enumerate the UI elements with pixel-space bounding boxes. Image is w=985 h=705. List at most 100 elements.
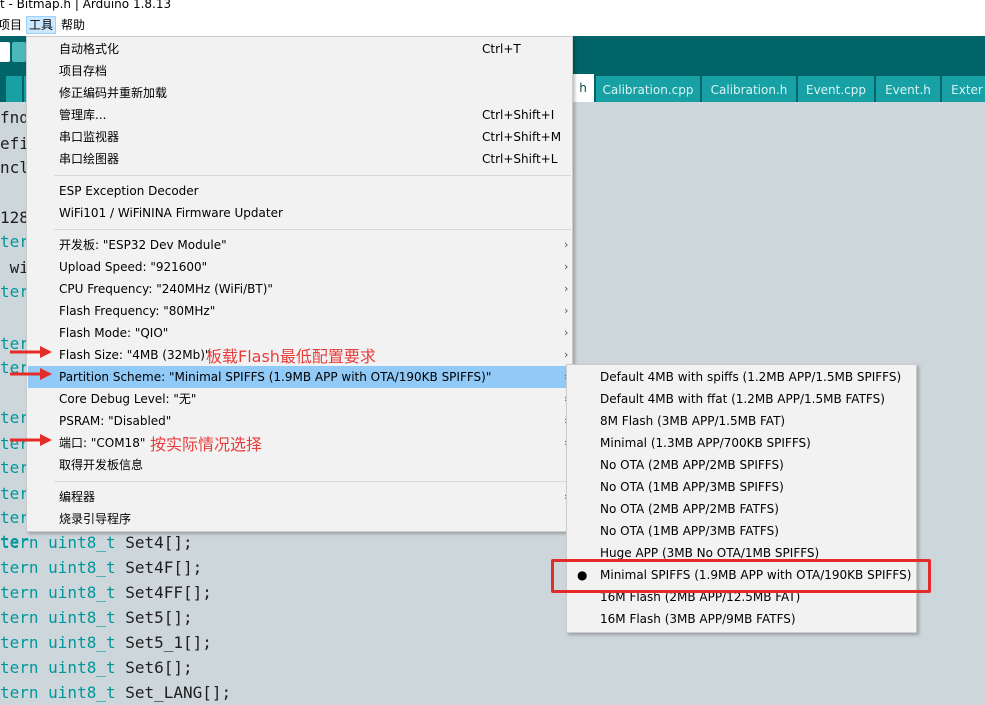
partition-option-label: No OTA (2MB APP/2MB FATFS) [600,502,779,516]
annotation-port: 按实际情况选择 [150,435,263,454]
menu-item-label: 自动格式化 [59,42,120,56]
tab-partial-left[interactable] [6,76,22,102]
code-line: ter [0,232,29,251]
red-arrow-icon [10,368,52,380]
menu-item-label: 烧录引导程序 [59,512,132,526]
menu-item-shortcut: Ctrl+Shift+L [482,152,558,166]
menu-tools[interactable]: 工具 [26,16,57,34]
selection-highlight-box [551,559,931,593]
menu-bar: 项目 工具 帮助 [0,14,985,36]
window-title: t - Bitmap.h | Arduino 1.8.13 [0,0,172,11]
partition-option-label: 8M Flash (3MB APP/1.5MB FAT) [600,414,786,428]
code-line: ter [0,508,29,527]
code-line: tern uint8_t Set5[]; [0,608,193,627]
menu-item-label: 管理库... [59,108,107,122]
partition-option[interactable]: No OTA (2MB APP/2MB FATFS) [568,498,915,520]
menu-item-cpu-frequency[interactable]: CPU Frequency: "240MHz (WiFi/BT)" › [28,278,571,300]
menu-item-core-debug-level[interactable]: Core Debug Level: "无" › [28,388,571,410]
menu-item-psram[interactable]: PSRAM: "Disabled" › [28,410,571,432]
menu-item-serial-monitor[interactable]: 串口监视器 Ctrl+Shift+M [28,126,571,148]
chevron-right-icon: › [564,238,569,251]
menu-item-serial-plotter[interactable]: 串口绘图器 Ctrl+Shift+L [28,148,571,170]
menu-item-board[interactable]: 开发板: "ESP32 Dev Module" › [28,234,571,256]
menu-item-programmer[interactable]: 编程器 › [28,486,571,508]
partition-option-label: Default 4MB with ffat (1.2MB APP/1.5MB F… [600,392,885,406]
partition-option-label: No OTA (1MB APP/3MB SPIFFS) [600,480,784,494]
menu-item-label: Core Debug Level: "无" [59,392,197,406]
menu-item-shortcut: Ctrl+T [482,42,521,56]
menu-item-label: 串口绘图器 [59,152,120,166]
partition-option[interactable]: No OTA (1MB APP/3MB FATFS) [568,520,915,542]
menu-item-label: Flash Frequency: "80MHz" [59,304,216,318]
menu-item-label: 开发板: "ESP32 Dev Module" [59,238,227,252]
red-arrow-icon [10,434,52,446]
menu-help[interactable]: 帮助 [59,17,87,33]
menu-item-label: CPU Frequency: "240MHz (WiFi/BT)" [59,282,273,296]
code-line: tern uint8_t Set4F[]; [0,558,203,577]
code-line: tern uint8_t Set4FF[]; [0,583,212,602]
menu-item-label: Flash Size: "4MB (32Mb)" [59,348,211,362]
code-line: tern uint8_t Set6[]; [0,658,193,677]
menu-item-board-info[interactable]: 取得开发板信息 [28,454,571,476]
menu-item-label: WiFi101 / WiFiNINA Firmware Updater [59,206,283,220]
code-line: ter [0,458,29,477]
chevron-right-icon: › [564,282,569,295]
menu-item-manage-libraries[interactable]: 管理库... Ctrl+Shift+I [28,104,571,126]
tab-event-cpp[interactable]: Event.cpp [798,76,874,102]
menu-item-archive-sketch[interactable]: 项目存档 [28,60,571,82]
menu-item-fix-encoding[interactable]: 修正编码并重新加载 [28,82,571,104]
menu-item-label: 项目存档 [59,64,108,78]
code-line: tern uint8_t Set4[]; [0,533,193,552]
menu-item-label: 取得开发板信息 [59,458,144,472]
chevron-right-icon: › [564,260,569,273]
menu-sketch[interactable]: 项目 [0,17,24,33]
toolbar-button[interactable] [12,42,26,62]
menu-item-label: 修正编码并重新加载 [59,86,168,100]
menu-separator [54,481,571,482]
code-line: ncl [0,158,29,177]
partition-option[interactable]: Default 4MB with ffat (1.2MB APP/1.5MB F… [568,388,915,410]
partition-option[interactable]: No OTA (1MB APP/3MB SPIFFS) [568,476,915,498]
partition-option[interactable]: 16M Flash (3MB APP/9MB FATFS) [568,608,915,630]
partition-option[interactable]: Default 4MB with spiffs (1.2MB APP/1.5MB… [568,366,915,388]
code-line: ter [0,484,29,503]
partition-option[interactable]: Minimal (1.3MB APP/700KB SPIFFS) [568,432,915,454]
partition-option-label: 16M Flash (3MB APP/9MB FATFS) [600,612,796,626]
partition-option[interactable]: No OTA (2MB APP/2MB SPIFFS) [568,454,915,476]
menu-item-burn-bootloader[interactable]: 烧录引导程序 [28,508,571,530]
menu-separator [54,229,571,230]
code-line: tern uint8_t Set5_1[]; [0,633,212,652]
menu-item-wifi-firmware-updater[interactable]: WiFi101 / WiFiNINA Firmware Updater [28,202,571,224]
menu-item-flash-frequency[interactable]: Flash Frequency: "80MHz" › [28,300,571,322]
menu-item-shortcut: Ctrl+Shift+M [482,130,562,144]
menu-item-port[interactable]: 端口: "COM18" › [28,432,571,454]
tab-bitmap-h[interactable]: h [572,74,594,102]
save-button[interactable] [0,42,10,62]
annotation-flash-size: 板载Flash最低配置要求 [206,347,376,366]
partition-option[interactable]: 8M Flash (3MB APP/1.5MB FAT) [568,410,915,432]
chevron-right-icon: › [564,348,569,361]
menu-item-flash-mode[interactable]: Flash Mode: "QIO" › [28,322,571,344]
window-title-bar: t - Bitmap.h | Arduino 1.8.13 [0,0,985,14]
partition-option-label: No OTA (2MB APP/2MB SPIFFS) [600,458,784,472]
code-line: ter [0,282,29,301]
menu-item-label: Flash Mode: "QIO" [59,326,169,340]
menu-item-esp-exception-decoder[interactable]: ESP Exception Decoder [28,180,571,202]
menu-item-partition-scheme[interactable]: Partition Scheme: "Minimal SPIFFS (1.9MB… [28,366,571,388]
tab-calibration-cpp[interactable]: Calibration.cpp [596,76,700,102]
code-line: tern uint8_t Set_LANG[]; [0,683,232,702]
menu-separator [54,175,571,176]
chevron-right-icon: › [564,326,569,339]
menu-item-label: Upload Speed: "921600" [59,260,208,274]
tab-calibration-h[interactable]: Calibration.h [702,76,796,102]
menu-item-upload-speed[interactable]: Upload Speed: "921600" › [28,256,571,278]
chevron-right-icon: › [564,304,569,317]
tab-event-h[interactable]: Event.h [876,76,940,102]
red-arrow-icon [10,346,52,358]
tab-extern[interactable]: Exter [942,76,985,102]
code-line: 128 [0,208,29,227]
tools-menu: 自动格式化 Ctrl+T 项目存档 修正编码并重新加载 管理库... Ctrl+… [26,36,573,532]
menu-item-auto-format[interactable]: 自动格式化 Ctrl+T [28,38,571,60]
menu-item-label: 端口: "COM18" [59,436,146,450]
menu-item-label: 编程器 [59,490,96,504]
